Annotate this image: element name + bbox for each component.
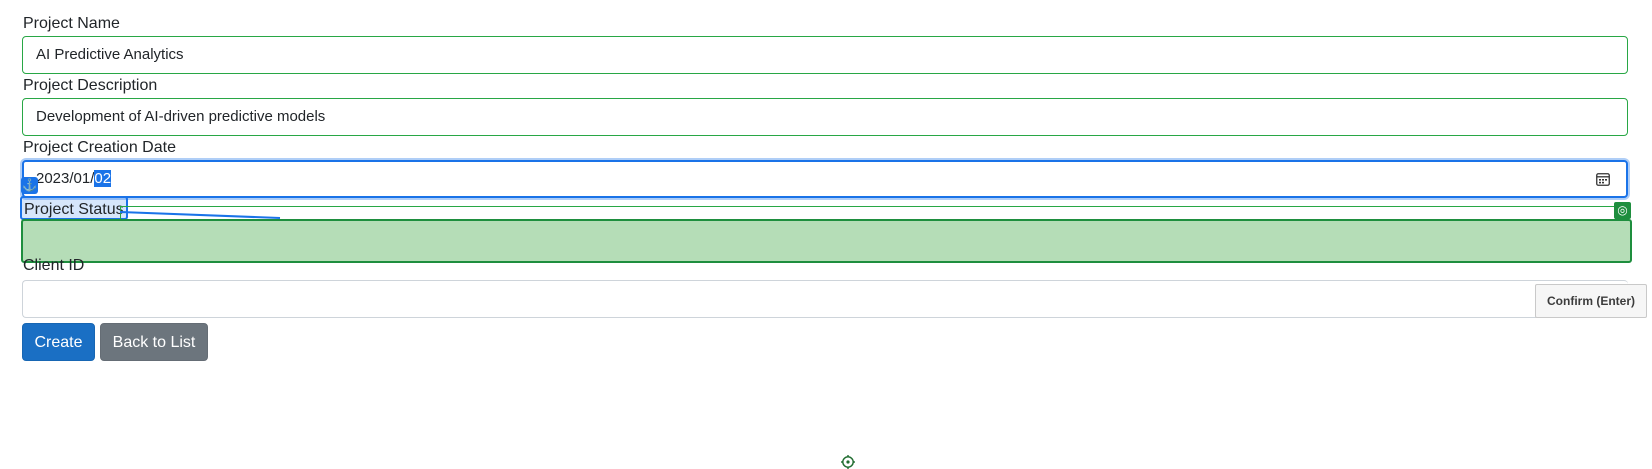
project-name-input[interactable]: AI Predictive Analytics <box>22 36 1628 74</box>
page-title-cutoff <box>100 0 240 4</box>
project-name-label: Project Name <box>23 15 120 32</box>
anchor-icon: ⚓ <box>21 177 38 194</box>
creation-date-input[interactable]: 2023/01/02 <box>22 160 1628 198</box>
date-value-text: 2023/01/ <box>36 170 95 187</box>
project-status-select[interactable] <box>21 219 1632 469</box>
target-icon: ◎ <box>1614 202 1631 219</box>
calendar-icon[interactable] <box>1596 173 1610 186</box>
confirm-tooltip[interactable]: Confirm (Enter) <box>1535 284 1647 318</box>
creation-date-label: Project Creation Date <box>23 139 176 156</box>
project-description-input[interactable]: Development of AI-driven predictive mode… <box>22 98 1628 136</box>
back-to-list-button[interactable]: Back to List <box>100 323 208 361</box>
client-id-label: Client ID <box>23 257 85 274</box>
create-button[interactable]: Create <box>22 323 95 361</box>
client-id-input[interactable] <box>22 280 1628 318</box>
date-day-segment[interactable]: 02 <box>94 170 112 187</box>
project-status-label: Project Status <box>20 196 128 220</box>
crosshair-icon <box>841 455 855 469</box>
status-field-outline <box>120 206 1616 220</box>
project-description-label: Project Description <box>23 77 158 94</box>
